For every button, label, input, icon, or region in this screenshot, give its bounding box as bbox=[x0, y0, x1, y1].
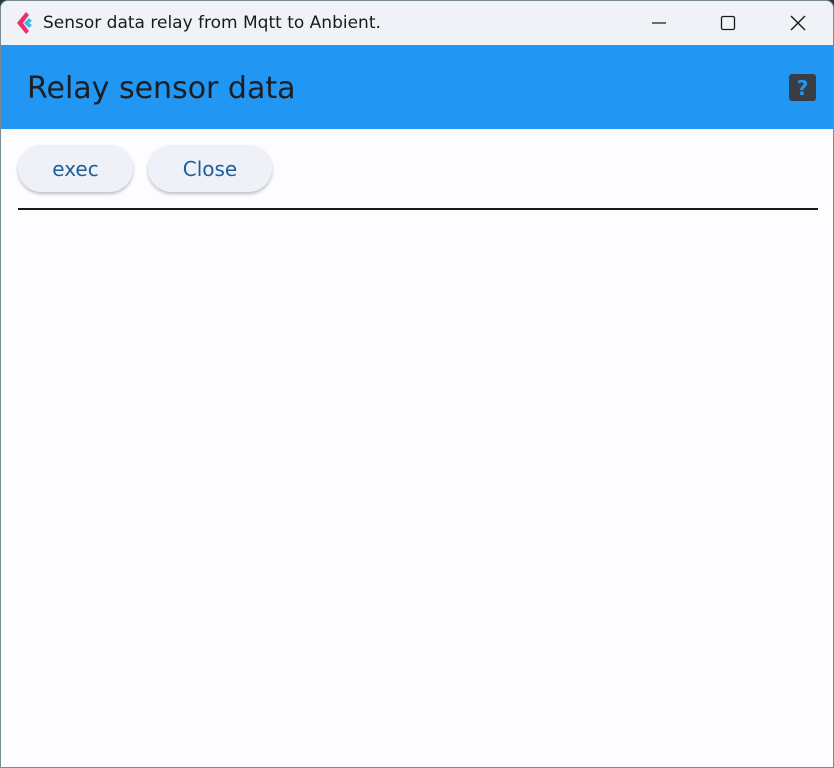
close-icon bbox=[790, 15, 806, 31]
window-title: Sensor data relay from Mqtt to Anbient. bbox=[43, 13, 381, 33]
main-content: exec Close bbox=[1, 129, 833, 767]
maximize-icon bbox=[720, 15, 736, 31]
exec-button[interactable]: exec bbox=[18, 145, 133, 192]
flutter-logo-icon bbox=[17, 12, 32, 34]
help-symbol: ? bbox=[796, 75, 809, 100]
minimize-icon bbox=[652, 22, 666, 24]
output-area bbox=[18, 213, 818, 763]
app-bar: Relay sensor data ? bbox=[1, 45, 833, 129]
page-title: Relay sensor data bbox=[27, 71, 296, 106]
maximize-button[interactable] bbox=[693, 1, 763, 45]
help-icon[interactable]: ? bbox=[789, 74, 816, 101]
divider bbox=[18, 208, 818, 210]
close-button[interactable]: Close bbox=[148, 145, 272, 192]
minimize-button[interactable] bbox=[624, 1, 694, 45]
app-window: Sensor data relay from Mqtt to Anbient. … bbox=[0, 0, 834, 768]
close-window-button[interactable] bbox=[763, 1, 833, 45]
title-bar[interactable]: Sensor data relay from Mqtt to Anbient. bbox=[1, 1, 833, 45]
